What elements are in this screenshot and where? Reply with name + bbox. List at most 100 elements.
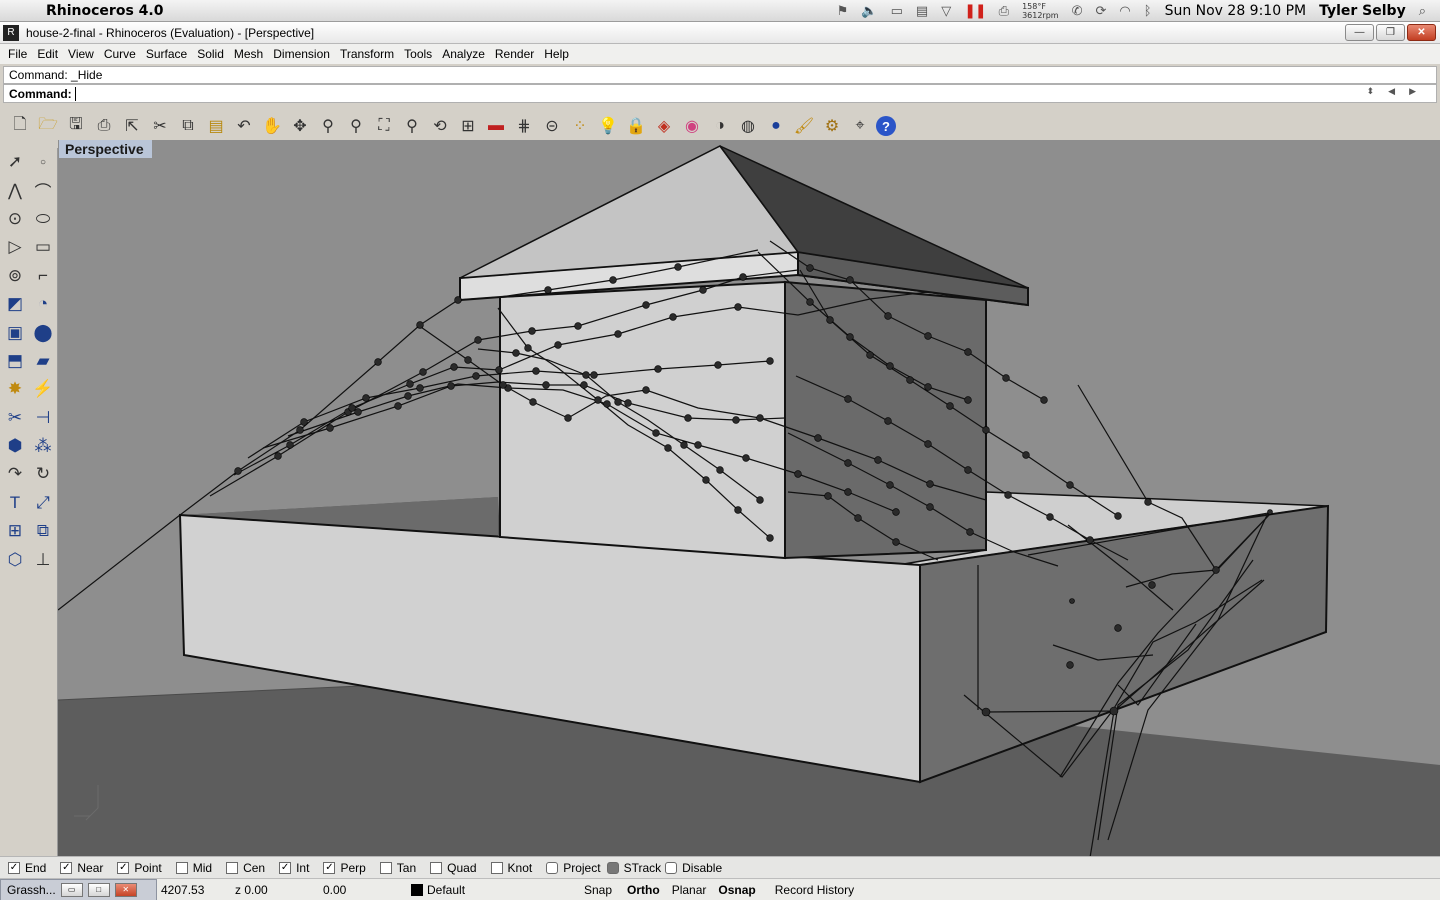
plane-icon[interactable]: ▰ xyxy=(29,347,57,375)
fillet-icon[interactable]: ⌐ xyxy=(29,262,57,290)
command-history[interactable]: Command: _Hide xyxy=(3,66,1437,84)
osnap-end[interactable]: ✓ End xyxy=(8,861,46,875)
new-icon[interactable]: 🗋 xyxy=(8,114,32,138)
menu-transform[interactable]: Transform xyxy=(335,47,399,61)
restore-button[interactable]: ❐ xyxy=(1376,24,1405,41)
copy-icon[interactable]: ⧉ xyxy=(176,114,200,138)
osnap-tan-checkbox[interactable] xyxy=(379,861,392,874)
temperature-readout[interactable]: 158°F 3612rpm xyxy=(1022,2,1059,20)
shade-icon[interactable]: ◑ xyxy=(708,114,732,138)
open-icon[interactable]: 🗁 xyxy=(36,114,60,138)
paste-icon[interactable]: ▤ xyxy=(204,114,228,138)
menu-edit[interactable]: Edit xyxy=(32,47,63,61)
help-icon[interactable]: ? xyxy=(876,116,896,136)
save-icon[interactable]: 🖫 xyxy=(64,114,88,138)
layer-swatch[interactable] xyxy=(411,883,423,896)
scroll-left-icon[interactable]: ◀ xyxy=(1388,86,1395,97)
select-icon[interactable]: ➚ xyxy=(1,148,29,176)
osnap-perp[interactable]: ✓ Perp xyxy=(323,861,366,875)
print-icon[interactable]: ⎙ xyxy=(92,114,116,138)
text-icon[interactable]: T xyxy=(1,489,29,517)
menu-dimension[interactable]: Dimension xyxy=(268,47,335,61)
extrude-icon[interactable]: ⬒ xyxy=(1,347,29,375)
polyline-icon[interactable]: ⋀ xyxy=(1,176,29,204)
display-icon[interactable]: ▭ xyxy=(891,4,903,19)
clipboard-icon[interactable]: ▤ xyxy=(916,4,928,19)
pan-icon[interactable]: ✋ xyxy=(260,114,284,138)
cut-icon[interactable]: ✂ xyxy=(148,114,172,138)
four-viewports-icon[interactable]: ⊞ xyxy=(456,114,480,138)
menu-curve[interactable]: Curve xyxy=(99,47,141,61)
dropdown-icon[interactable]: ▽ xyxy=(941,4,951,19)
command-input[interactable] xyxy=(74,86,76,101)
mirror-icon[interactable]: ⧉ xyxy=(29,517,57,545)
wifi-icon[interactable]: ◠ xyxy=(1119,4,1130,19)
ortho-toggle[interactable]: Ortho xyxy=(627,883,660,897)
point-icon[interactable]: ○ xyxy=(29,148,57,176)
grasshopper-tab[interactable]: Grassh... ▭ □ ✕ xyxy=(0,878,157,900)
analyze-icon[interactable]: ⊥ xyxy=(29,545,57,573)
curve-icon[interactable]: ⌒ xyxy=(29,176,57,204)
render-sphere-icon[interactable]: ● xyxy=(764,114,788,138)
rotate-icon[interactable]: ✥ xyxy=(288,114,312,138)
osnap-knot-checkbox[interactable] xyxy=(490,861,503,874)
points-icon[interactable]: ⁘ xyxy=(568,114,592,138)
menu-solid[interactable]: Solid xyxy=(192,47,229,61)
osnap-quad-checkbox[interactable] xyxy=(430,861,443,874)
ungroup-icon[interactable]: ⁂ xyxy=(29,432,57,460)
spotlight-icon[interactable]: ⌕ xyxy=(1419,4,1426,19)
menu-tools[interactable]: Tools xyxy=(399,47,437,61)
close-button[interactable]: ✕ xyxy=(1407,24,1436,41)
perspective-viewport[interactable] xyxy=(58,140,1440,856)
menu-surface[interactable]: Surface xyxy=(141,47,192,61)
pause-icon[interactable]: ❚❚ xyxy=(964,3,986,19)
osnap-toggle[interactable]: Osnap xyxy=(718,883,755,897)
color-wheel-icon[interactable]: ◉ xyxy=(680,114,704,138)
scroll-stepper-icon[interactable]: ⬍ xyxy=(1367,86,1375,97)
car-icon[interactable]: ▬ xyxy=(484,114,508,138)
osnap-knot[interactable]: Knot xyxy=(490,861,532,875)
osnap-near[interactable]: ✓ Near xyxy=(60,861,103,875)
osnap-tan[interactable]: Tan xyxy=(379,861,416,875)
zoom-icon[interactable]: ⚲ xyxy=(316,114,340,138)
flag-icon[interactable]: ⚑ xyxy=(837,4,849,19)
polygon-icon[interactable]: ▷ xyxy=(1,233,29,261)
boolean-icon[interactable]: ⬤ xyxy=(29,318,57,346)
volume-icon[interactable]: 🔈 xyxy=(861,4,877,19)
phone-icon[interactable]: ✆ xyxy=(1072,4,1083,19)
snap-toggle[interactable]: Snap xyxy=(584,883,612,897)
lock-icon[interactable]: 🔒 xyxy=(624,114,648,138)
planar-toggle[interactable]: Planar xyxy=(672,883,707,897)
osnap-mid-checkbox[interactable] xyxy=(175,861,188,874)
osnap-disable-checkbox[interactable] xyxy=(665,861,678,874)
osnap-end-checkbox[interactable]: ✓ xyxy=(8,861,20,874)
group-icon[interactable]: ⬢ xyxy=(1,432,29,460)
circle-icon[interactable]: ⊙ xyxy=(1,205,29,233)
rectangle-icon[interactable]: ▭ xyxy=(29,233,57,261)
osnap-cen[interactable]: Cen xyxy=(226,861,265,875)
minimize-button[interactable]: — xyxy=(1345,24,1374,41)
grid-icon[interactable]: ⋕ xyxy=(512,114,536,138)
layer-icon[interactable]: ◈ xyxy=(652,114,676,138)
osnap-int-checkbox[interactable]: ✓ xyxy=(279,861,292,874)
osnap-mid[interactable]: Mid xyxy=(175,861,212,875)
grasshopper-restore-icon[interactable]: □ xyxy=(87,882,110,897)
copy-transform-icon[interactable]: ↻ xyxy=(29,460,57,488)
arc-icon[interactable]: ⊚ xyxy=(1,262,29,290)
export-icon[interactable]: ⇱ xyxy=(120,114,144,138)
revolve-icon[interactable]: ◔ xyxy=(29,290,57,318)
osnap-int[interactable]: ✓ Int xyxy=(279,861,309,875)
osnap-cen-checkbox[interactable] xyxy=(226,861,239,874)
menu-render[interactable]: Render xyxy=(490,47,539,61)
record-history-toggle[interactable]: Record History xyxy=(775,883,854,897)
osnap-disable[interactable]: Disable xyxy=(665,861,722,875)
surface-icon[interactable]: ◩ xyxy=(1,290,29,318)
scroll-right-icon[interactable]: ▶ xyxy=(1409,86,1416,97)
gumball-icon[interactable]: ⌖ xyxy=(848,114,872,138)
menu-view[interactable]: View xyxy=(63,47,99,61)
move-icon[interactable]: ↷ xyxy=(1,460,29,488)
cplane-icon[interactable]: ⊝ xyxy=(540,114,564,138)
grasshopper-minimize-icon[interactable]: ▭ xyxy=(60,882,83,897)
render-shade-icon[interactable]: ◍ xyxy=(736,114,760,138)
app-name[interactable]: Rhinoceros 4.0 xyxy=(46,3,163,19)
